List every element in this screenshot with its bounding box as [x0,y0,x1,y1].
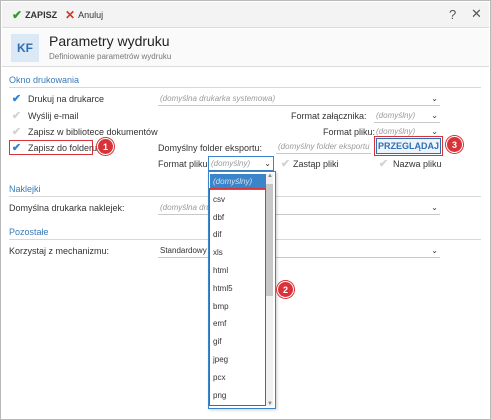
mechanizm-select[interactable]: Standardowy ⌄ [158,244,440,258]
zapisz-biblioteka-label: Zapisz w bibliotece dokumentów [28,127,158,137]
printer-value: (domyślna drukarka systemowa) [160,94,276,103]
x-icon: ✕ [65,8,76,22]
page-header: KF Parametry wydruku Definiowanie parame… [2,29,489,67]
cancel-button[interactable]: ✕ Anuluj [65,7,103,23]
help-icon[interactable]: ? [449,7,456,22]
printer-select[interactable]: (domyślna drukarka systemowa) ⌄ [158,92,440,106]
drukuj-label: Drukuj na drukarce [28,94,105,104]
zastap-label: Zastąp pliki [293,159,339,169]
page-title: Parametry wydruku [49,33,170,49]
divider [9,87,481,88]
folder-eksportu-input[interactable]: (domyślny folder eksportu [276,140,371,154]
callout-dropdown [209,188,266,406]
drukarka-naklejek-label: Domyślna drukarka naklejek: [9,203,125,213]
section-naklejki: Naklejki [9,184,41,194]
format-pliku-folder-select[interactable]: (domyślny) ⌄ [208,156,274,171]
print-params-window: ✔ ZAPISZ ✕ Anuluj ? ✕ KF Parametry wydru… [0,0,491,420]
zapisz-biblioteka-checkbox[interactable]: ✔ [11,126,22,138]
drukarka-naklejek-select[interactable]: (domyślna drukarka systemowa) ⌄ [158,201,440,215]
drukuj-checkbox[interactable]: ✔ [11,93,22,105]
cancel-label: Anuluj [78,10,104,20]
format-zalacznika-select[interactable]: (domyślny) ⌄ [374,109,440,123]
zastap-checkbox[interactable]: ✔ [280,158,291,170]
email-label: Wyślij e-mail [28,111,79,121]
toolbar: ✔ ZAPISZ ✕ Anuluj ? ✕ [2,2,489,28]
callout-badge-1: 1 [97,138,114,155]
chevron-down-icon: ⌄ [264,159,271,168]
section-okno-drukowania: Okno drukowania [9,75,80,85]
section-pozostale: Pozostałe [9,227,49,237]
callout-przegladaj [374,136,443,156]
save-button[interactable]: ✔ ZAPISZ [12,7,57,23]
scrollbar-thumb[interactable] [265,184,273,296]
format-pliku-folder-value: (domyślny) [211,159,251,168]
page-subtitle: Definiowanie parametrów wydruku [49,52,172,61]
format-pliku-value: (domyślny) [376,127,416,136]
mechanizm-label: Korzystaj z mechanizmu: [9,246,110,256]
scroll-down-icon[interactable]: ▼ [267,401,273,407]
chevron-down-icon: ⌄ [431,246,438,255]
folder-eksportu-placeholder: (domyślny folder eksportu [278,142,370,151]
format-zalacznika-label: Format załącznika: [291,111,367,121]
callout-badge-2: 2 [277,281,294,298]
chevron-down-icon: ⌄ [431,111,438,120]
folder-eksportu-label: Domyślny folder eksportu: [158,143,263,153]
email-checkbox[interactable]: ✔ [11,110,22,122]
callout-badge-3: 3 [446,136,463,153]
scroll-up-icon[interactable]: ▲ [267,173,273,179]
check-icon: ✔ [12,8,23,22]
format-pliku-folder-label: Format pliku: [158,159,211,169]
module-logo: KF [11,34,39,62]
zapisz-folder-checkbox[interactable]: ✔ [11,142,22,154]
save-label: ZAPISZ [25,10,58,20]
nazwa-checkbox[interactable]: ✔ [378,158,389,170]
chevron-down-icon: ⌄ [431,94,438,103]
close-icon[interactable]: ✕ [471,6,482,22]
format-pliku-label: Format pliku: [323,127,376,137]
chevron-down-icon: ⌄ [431,203,438,212]
format-zalacznika-value: (domyślny) [376,111,416,120]
zapisz-folder-label: Zapisz do folderu [28,143,98,153]
mechanizm-value: Standardowy [160,246,207,255]
nazwa-label: Nazwa pliku [393,159,442,169]
